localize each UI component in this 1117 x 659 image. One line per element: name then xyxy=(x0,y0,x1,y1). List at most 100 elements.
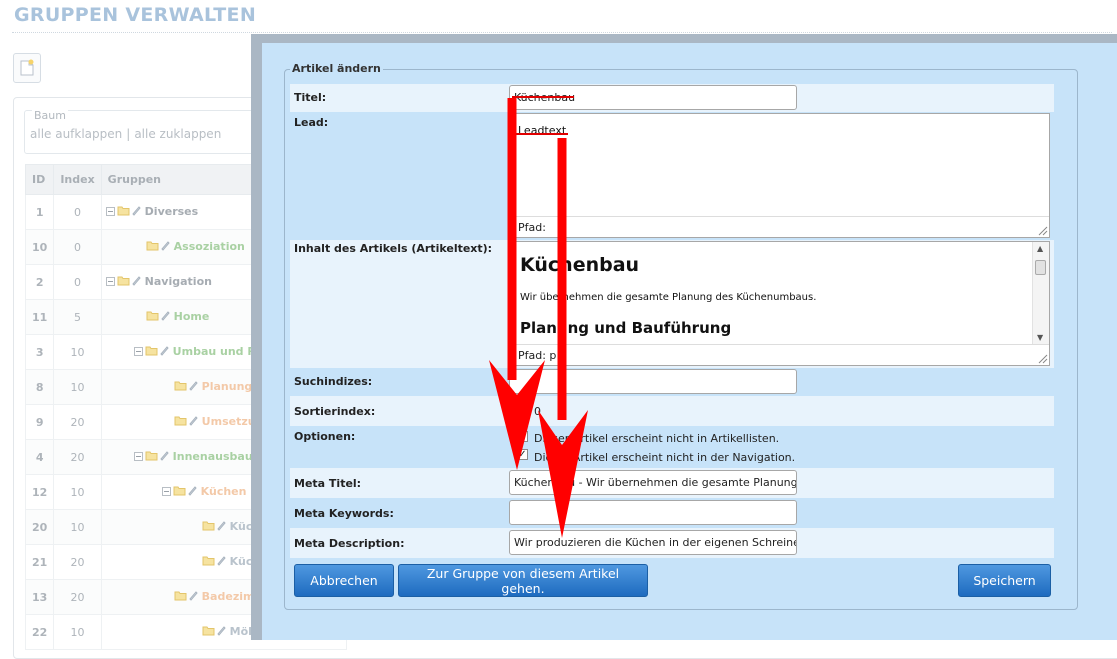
meta-keywords-row: Meta Keywords: xyxy=(290,498,1054,528)
group-name[interactable]: Planung xyxy=(202,380,253,393)
meta-title-row: Meta Titel: Küchenbau - Wir übernehmen d… xyxy=(290,468,1054,498)
search-index-label: Suchindizes: xyxy=(294,375,373,388)
content-editor[interactable]: Küchenbau Wir übernehmen die gesamte Pla… xyxy=(509,241,1050,366)
meta-keywords-label: Meta Keywords: xyxy=(294,507,394,520)
edit-pencil-icon[interactable] xyxy=(131,205,141,219)
row-id: 2 xyxy=(24,264,55,300)
resize-grip-icon[interactable] xyxy=(1038,226,1048,236)
folder-icon[interactable] xyxy=(117,205,130,219)
tree-legend: Baum xyxy=(32,109,68,122)
row-index: 5 xyxy=(53,299,102,335)
hide-in-navigation-checkbox[interactable]: ✓ xyxy=(517,449,528,460)
collapse-toggle-icon[interactable] xyxy=(105,276,115,289)
tree-links: alle aufklappen | alle zuklappen xyxy=(30,127,221,141)
save-button[interactable]: Speichern xyxy=(958,564,1051,597)
edit-pencil-icon[interactable] xyxy=(131,275,141,289)
hide-in-lists-checkbox[interactable] xyxy=(517,431,528,442)
new-group-button[interactable] xyxy=(13,53,41,83)
edit-pencil-icon[interactable] xyxy=(187,485,197,499)
group-name[interactable]: Innenausbau xyxy=(173,450,253,463)
edit-pencil-icon[interactable] xyxy=(159,450,169,464)
folder-icon[interactable] xyxy=(174,415,187,429)
header-id[interactable]: ID xyxy=(24,164,55,195)
group-name[interactable]: Navigation xyxy=(145,275,212,288)
row-id: 3 xyxy=(24,334,55,370)
edit-pencil-icon[interactable] xyxy=(216,555,226,569)
collapse-toggle-icon[interactable] xyxy=(133,451,143,464)
edit-pencil-icon[interactable] xyxy=(216,520,226,534)
edit-pencil-icon[interactable] xyxy=(159,345,169,359)
title-input[interactable]: Küchenbau xyxy=(509,85,797,110)
sort-index-label: Sortierindex: xyxy=(294,405,376,418)
folder-icon[interactable] xyxy=(145,345,158,359)
group-name[interactable]: Diverses xyxy=(145,205,199,218)
meta-title-input[interactable]: Küchenbau - Wir übernehmen die gesamte P… xyxy=(509,470,797,495)
sort-index-row: Sortierindex: 0 xyxy=(290,396,1054,426)
meta-keywords-input[interactable] xyxy=(509,500,797,525)
folder-icon[interactable] xyxy=(146,310,159,324)
folder-icon[interactable] xyxy=(117,275,130,289)
row-id: 10 xyxy=(24,229,55,265)
row-id: 9 xyxy=(24,404,55,440)
group-name[interactable]: Küchen xyxy=(201,485,247,498)
collapse-toggle-icon[interactable] xyxy=(161,486,171,499)
edit-pencil-icon[interactable] xyxy=(188,590,198,604)
row-id: 22 xyxy=(24,614,55,650)
row-index: 20 xyxy=(53,544,102,580)
sort-index-value[interactable]: 0 xyxy=(534,405,541,418)
folder-icon[interactable] xyxy=(202,625,215,639)
lead-row: Lead: Leadtext Pfad: xyxy=(290,112,1054,240)
options-row: Optionen: Dieser Artikel erscheint nicht… xyxy=(290,426,1054,468)
search-index-row: Suchindizes: xyxy=(290,368,1054,396)
group-name[interactable]: Home xyxy=(174,310,210,323)
folder-icon[interactable] xyxy=(145,450,158,464)
meta-description-row: Meta Description: Wir produzieren die Kü… xyxy=(290,528,1054,558)
row-index: 10 xyxy=(53,509,102,545)
folder-icon[interactable] xyxy=(146,240,159,254)
collapse-toggle-icon[interactable] xyxy=(133,346,143,359)
row-index: 20 xyxy=(53,404,102,440)
edit-pencil-icon[interactable] xyxy=(160,240,170,254)
meta-description-label: Meta Description: xyxy=(294,537,405,550)
goto-group-button[interactable]: Zur Gruppe von diesem Artikel gehen. xyxy=(398,564,648,597)
edit-pencil-icon[interactable] xyxy=(160,310,170,324)
folder-icon[interactable] xyxy=(173,485,186,499)
resize-grip-icon[interactable] xyxy=(1038,354,1048,364)
edit-pencil-icon[interactable] xyxy=(216,625,226,639)
scroll-up-icon[interactable]: ▲ xyxy=(1037,244,1043,253)
editor-scrollbar[interactable]: ▲ ▼ xyxy=(1032,242,1049,344)
row-index: 10 xyxy=(53,474,102,510)
header-index[interactable]: Index xyxy=(53,164,102,195)
row-index: 0 xyxy=(53,194,102,230)
folder-icon[interactable] xyxy=(202,520,215,534)
page-title: GRUPPEN VERWALTEN xyxy=(14,4,257,26)
cancel-button[interactable]: Abbrechen xyxy=(294,564,394,597)
collapse-all-link[interactable]: alle zuklappen xyxy=(134,127,221,141)
content-row: Inhalt des Artikels (Artikeltext): Küche… xyxy=(290,240,1054,368)
folder-icon[interactable] xyxy=(202,555,215,569)
title-label: Titel: xyxy=(294,91,327,104)
folder-icon[interactable] xyxy=(174,380,187,394)
lead-textarea[interactable]: Leadtext Pfad: xyxy=(509,113,1050,238)
expand-all-link[interactable]: alle aufklappen xyxy=(30,127,122,141)
title-divider xyxy=(12,32,1112,33)
edit-pencil-icon[interactable] xyxy=(188,415,198,429)
collapse-toggle-icon[interactable] xyxy=(105,206,115,219)
row-id: 21 xyxy=(24,544,55,580)
meta-description-input[interactable]: Wir produzieren die Küchen in der eigene… xyxy=(509,530,797,555)
editor-heading: Küchenbau xyxy=(520,254,640,276)
content-label: Inhalt des Artikels (Artikeltext): xyxy=(294,242,493,255)
lead-label: Lead: xyxy=(294,116,329,129)
row-index: 0 xyxy=(53,264,102,300)
edit-pencil-icon[interactable] xyxy=(188,380,198,394)
group-name[interactable]: Assoziation xyxy=(174,240,245,253)
lead-path-bar: Pfad: xyxy=(510,216,1049,237)
scroll-thumb[interactable] xyxy=(1035,260,1046,275)
options-label: Optionen: xyxy=(294,430,356,443)
row-id: 20 xyxy=(24,509,55,545)
editor-subheading: Planung und Bauführung xyxy=(520,319,732,337)
folder-icon[interactable] xyxy=(174,590,187,604)
hide-in-navigation-label: Dieser Artikel erscheint nicht in der Na… xyxy=(534,451,796,464)
search-index-input[interactable] xyxy=(509,369,797,394)
scroll-down-icon[interactable]: ▼ xyxy=(1037,333,1043,342)
